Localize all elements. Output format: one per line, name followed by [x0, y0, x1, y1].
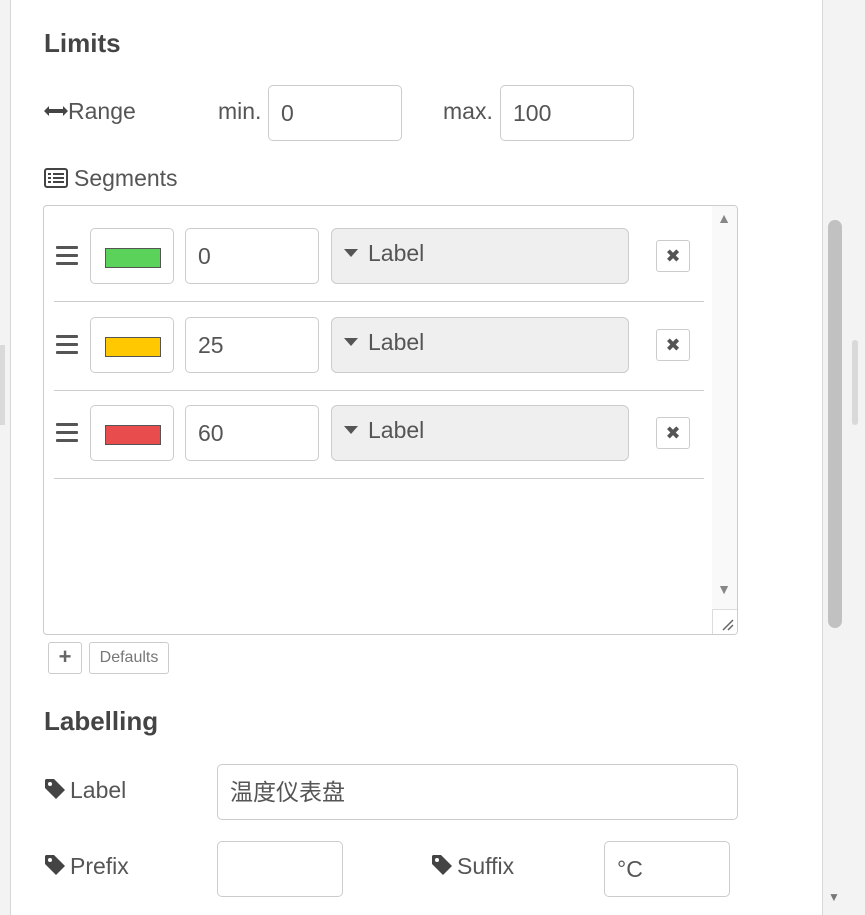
color-swatch [105, 248, 161, 268]
range-label: Range [68, 98, 136, 124]
row-divider [54, 478, 704, 479]
prefix-label-row: Prefix [44, 853, 129, 880]
segments-label-row: Segments [44, 165, 178, 192]
segment-delete-button[interactable]: ✖ [656, 329, 690, 361]
segment-color-button[interactable] [90, 405, 174, 461]
segments-label: Segments [74, 165, 178, 191]
segment-type-label: Label [368, 240, 425, 266]
prefix-label: Prefix [70, 853, 129, 879]
right-resize-handle[interactable] [852, 340, 858, 425]
bars-icon[interactable] [56, 423, 78, 447]
left-resize-handle[interactable] [0, 345, 5, 425]
segments-list[interactable]: ▲ ▼ 0 Label ✖ 25 Label ✖ 60 Label ✖ [43, 205, 738, 635]
segments-scroll-down-icon[interactable]: ▼ [717, 581, 731, 597]
row-divider [54, 301, 704, 302]
tag-icon [45, 779, 65, 800]
times-icon: ✖ [665, 423, 681, 443]
defaults-button[interactable]: Defaults [89, 642, 169, 674]
scroll-down-arrow-icon[interactable]: ▼ [828, 890, 840, 904]
times-icon: ✖ [665, 335, 681, 355]
suffix-label-row: Suffix [431, 853, 514, 880]
segment-value-input[interactable]: 60 [185, 405, 319, 461]
segment-type-label: Label [368, 417, 425, 443]
arrows-h-icon [44, 105, 68, 116]
label-field-label-row: Label [44, 777, 126, 804]
segments-scrollbar[interactable] [712, 206, 737, 634]
segment-label-typed-input[interactable]: Label [331, 405, 629, 461]
labelling-heading: Labelling [44, 706, 159, 736]
segment-color-button[interactable] [90, 228, 174, 284]
times-icon: ✖ [665, 246, 681, 266]
segment-delete-button[interactable]: ✖ [656, 417, 690, 449]
segment-row: 0 Label ✖ [44, 218, 714, 306]
bars-icon[interactable] [56, 246, 78, 270]
suffix-label: Suffix [457, 853, 515, 879]
segments-scroll-up-icon[interactable]: ▲ [717, 210, 731, 226]
panel-left-edge [0, 0, 11, 915]
color-swatch [105, 337, 161, 357]
row-divider [54, 390, 704, 391]
min-label: min. [218, 98, 262, 124]
caret-down-icon [344, 338, 358, 347]
range-label-row: Range [44, 98, 136, 125]
segment-type-label: Label [368, 329, 425, 355]
segment-row: 60 Label ✖ [44, 395, 714, 483]
prefix-input[interactable] [217, 841, 343, 897]
limits-heading: Limits [44, 28, 121, 58]
segment-row: 25 Label ✖ [44, 307, 714, 395]
label-field-label: Label [70, 777, 127, 803]
label-input[interactable]: 温度仪表盘 [217, 764, 738, 820]
panel-scrollbar-thumb[interactable] [828, 220, 842, 628]
range-max-input[interactable]: 100 [500, 85, 634, 141]
segments-resize-handle[interactable] [712, 609, 737, 634]
segment-color-button[interactable] [90, 317, 174, 373]
tag-icon [432, 855, 452, 876]
segment-delete-button[interactable]: ✖ [656, 240, 690, 272]
color-swatch [105, 425, 161, 445]
add-segment-button[interactable]: + [48, 642, 82, 674]
tag-icon [45, 855, 65, 876]
segment-label-typed-input[interactable]: Label [331, 317, 629, 373]
suffix-input[interactable]: °C [604, 841, 730, 897]
caret-down-icon [344, 249, 358, 258]
segment-value-input[interactable]: 0 [185, 228, 319, 284]
range-min-input[interactable]: 0 [268, 85, 402, 141]
segment-label-typed-input[interactable]: Label [331, 228, 629, 284]
segment-value-input[interactable]: 25 [185, 317, 319, 373]
max-label: max. [443, 98, 493, 124]
list-alt-icon [44, 167, 68, 188]
bars-icon[interactable] [56, 335, 78, 359]
caret-down-icon [344, 426, 358, 435]
